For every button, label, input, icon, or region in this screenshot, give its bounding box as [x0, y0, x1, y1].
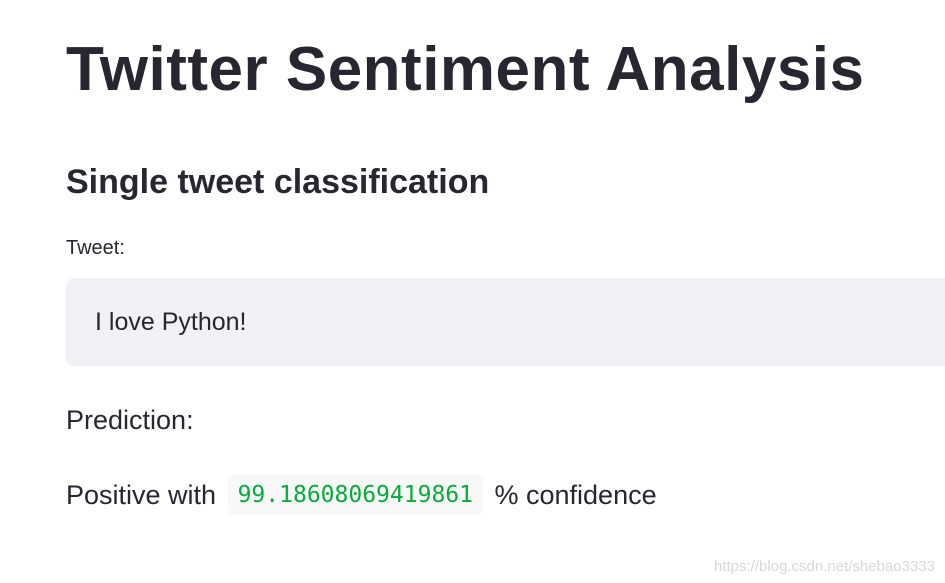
prediction-label: Prediction:: [66, 405, 194, 435]
page-title: Twitter Sentiment Analysis: [66, 35, 865, 104]
confidence-value: 99.18608069419861: [227, 475, 483, 515]
watermark: https://blog.csdn.net/shebao3333: [713, 558, 935, 575]
confidence-suffix: % confidence: [494, 480, 657, 510]
tweet-input[interactable]: [66, 278, 945, 366]
sentiment-text: Positive with: [66, 480, 217, 510]
prediction-result: Positive with 99.18608069419861 % confid…: [66, 475, 657, 515]
tweet-label: Tweet:: [66, 237, 125, 259]
section-subheader: Single tweet classification: [66, 163, 490, 201]
